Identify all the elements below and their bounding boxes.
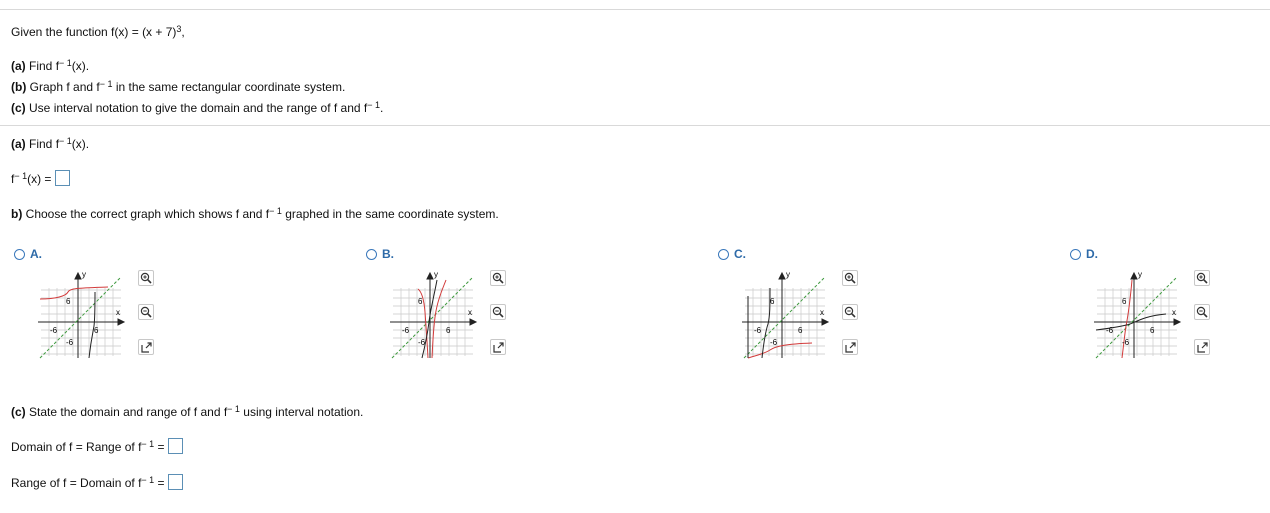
popout-icon[interactable]	[490, 339, 506, 355]
graph-option-a[interactable]: y x 6 -6 6 -6	[36, 266, 126, 362]
section-c-heading: (c) State the domain and range of f and …	[11, 404, 364, 420]
given-function: Given the function f(x) = (x + 7)3,	[11, 24, 185, 40]
y-axis-label: y	[786, 270, 790, 279]
x-tick-6: 6	[94, 326, 99, 335]
option-b-label: B.	[382, 247, 394, 261]
y-tick-6: 6	[770, 297, 775, 306]
zoom-out-icon[interactable]	[1194, 304, 1210, 320]
x-tick-6: 6	[1150, 326, 1155, 335]
section-b-heading: b) Choose the correct graph which shows …	[11, 206, 499, 222]
popout-icon[interactable]	[138, 339, 154, 355]
part-a-instruction: (a) Find f− 1(x).	[11, 58, 90, 74]
option-a[interactable]: A.	[14, 247, 42, 261]
option-a-radio[interactable]	[14, 248, 25, 260]
zoom-in-icon[interactable]	[1194, 270, 1210, 286]
graph-option-c[interactable]: y x 6 -6 6 -6	[740, 266, 830, 362]
f-curve	[39, 286, 109, 300]
domain-answer-input[interactable]	[167, 438, 183, 454]
y-axis-label: y	[82, 270, 86, 279]
y-tick-6: 6	[1122, 297, 1127, 306]
y-tick-6: 6	[418, 297, 423, 306]
x-tick-neg6: -6	[50, 326, 58, 335]
y-tick-neg6: -6	[66, 338, 74, 347]
zoom-in-icon[interactable]	[490, 270, 506, 286]
option-c-label: C.	[734, 247, 746, 261]
x-tick-neg6: -6	[1106, 326, 1114, 335]
inverse-curve	[88, 291, 96, 359]
zoom-out-icon[interactable]	[490, 304, 506, 320]
x-axis-label: x	[1172, 308, 1176, 317]
inverse-answer-row: f− 1(x) =	[11, 170, 70, 188]
zoom-in-icon[interactable]	[138, 270, 154, 286]
x-tick-neg6: -6	[754, 326, 762, 335]
range-answer-input[interactable]	[167, 474, 183, 490]
part-c-instruction: (c) Use interval notation to give the do…	[11, 100, 384, 116]
part-b-instruction: (b) Graph f and f− 1 in the same rectang…	[11, 79, 346, 95]
option-d-radio[interactable]	[1070, 248, 1081, 260]
zoom-out-icon[interactable]	[138, 304, 154, 320]
f-curve	[747, 342, 813, 359]
option-d-label: D.	[1086, 247, 1098, 261]
option-c[interactable]: C.	[718, 247, 746, 261]
y-axis-label: y	[1138, 270, 1142, 279]
range-answer-row: Range of f = Domain of f− 1 =	[11, 474, 183, 492]
popout-icon[interactable]	[842, 339, 858, 355]
domain-answer-row: Domain of f = Range of f− 1 =	[11, 438, 183, 456]
y-tick-neg6: -6	[1122, 338, 1130, 347]
option-b[interactable]: B.	[366, 247, 394, 261]
y-tick-neg6: -6	[418, 338, 426, 347]
x-axis-label: x	[116, 308, 120, 317]
x-axis-label: x	[820, 308, 824, 317]
x-tick-6: 6	[798, 326, 803, 335]
x-tick-neg6: -6	[402, 326, 410, 335]
section-divider	[0, 125, 1270, 126]
y-tick-neg6: -6	[770, 338, 778, 347]
option-c-radio[interactable]	[718, 248, 729, 260]
graph-option-d[interactable]: y x 6 -6 6 -6	[1092, 266, 1182, 362]
option-b-radio[interactable]	[366, 248, 377, 260]
zoom-out-icon[interactable]	[842, 304, 858, 320]
top-divider	[0, 9, 1270, 10]
y-tick-6: 6	[66, 297, 71, 306]
x-axis-label: x	[468, 308, 472, 317]
section-a-heading: (a) Find f− 1(x).	[11, 136, 90, 152]
inverse-answer-input[interactable]	[54, 170, 70, 186]
zoom-in-icon[interactable]	[842, 270, 858, 286]
popout-icon[interactable]	[1194, 339, 1210, 355]
x-tick-6: 6	[446, 326, 451, 335]
graph-option-b[interactable]: y x 6 -6 6 -6	[388, 266, 478, 362]
option-d[interactable]: D.	[1070, 247, 1098, 261]
option-a-label: A.	[30, 247, 42, 261]
y-axis-label: y	[434, 270, 438, 279]
